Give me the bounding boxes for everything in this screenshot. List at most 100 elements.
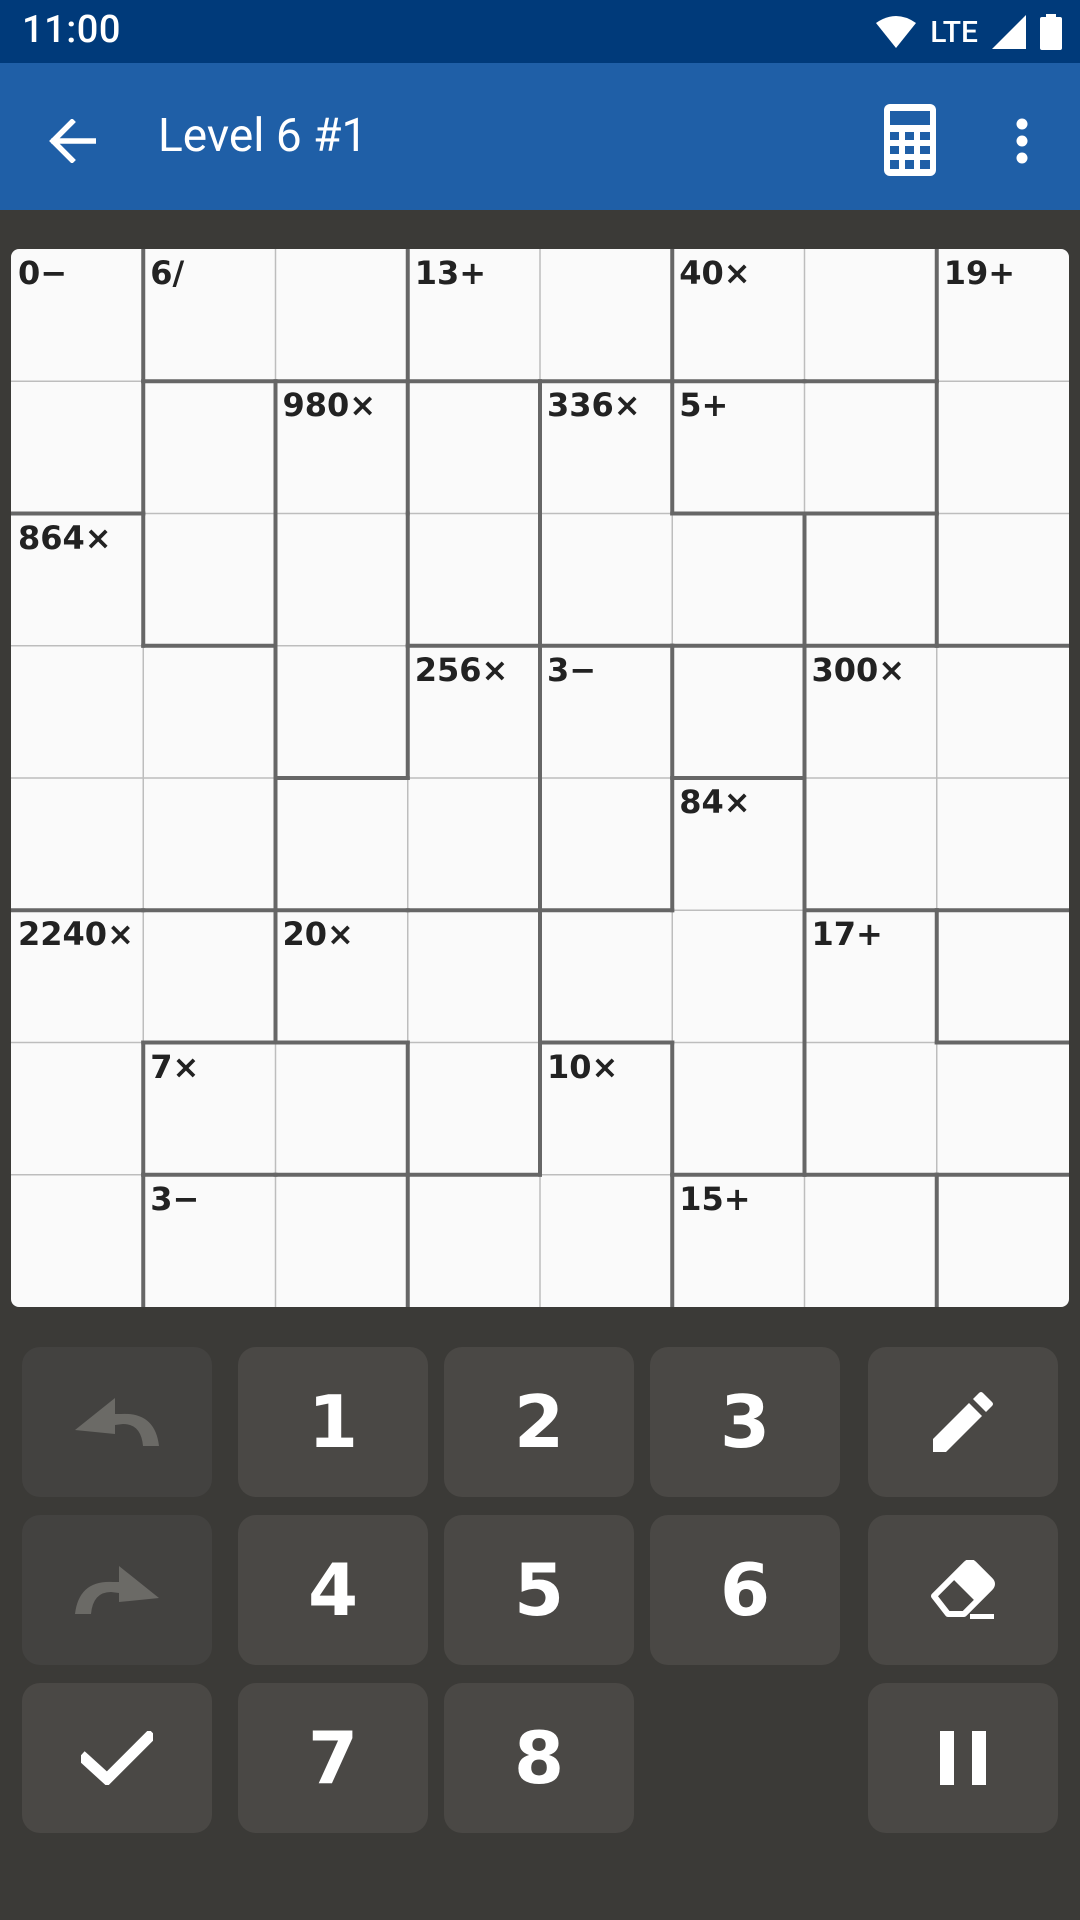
- grid-cell-r0c2[interactable]: [276, 249, 408, 381]
- puzzle-board[interactable]: 0− 6/13+ 40× 19+ 980× 336× 5+ 864× 256× 3− 300× 84×…: [11, 249, 1069, 1307]
- digit-label: 6: [719, 1548, 771, 1632]
- cage-clue: 17+: [811, 915, 883, 954]
- grid-cell-r2c4[interactable]: [540, 514, 672, 646]
- eraser-icon: [931, 1560, 995, 1619]
- cage-clue: 336×: [547, 386, 641, 425]
- eraser-button[interactable]: [868, 1515, 1058, 1665]
- cage-clue: 864×: [18, 518, 112, 557]
- wifi-icon: [876, 16, 917, 48]
- grid-cell-r5c5[interactable]: [672, 910, 804, 1042]
- pencil-icon: [933, 1392, 993, 1452]
- digit-label: 5: [513, 1548, 565, 1632]
- grid-cell-r4c0[interactable]: [11, 778, 143, 910]
- grid-cell-r4c7[interactable]: [937, 778, 1069, 910]
- cage-clue: 10×: [547, 1047, 619, 1086]
- digit-2-button[interactable]: 2: [444, 1347, 634, 1497]
- check-icon: [81, 1731, 153, 1785]
- grid-cell-r4c1[interactable]: [143, 778, 275, 910]
- calculator-icon: [884, 104, 936, 176]
- redo-button[interactable]: [22, 1515, 212, 1665]
- status-icons: LTE: [876, 10, 1062, 54]
- status-time: 11:00: [22, 8, 121, 52]
- cage-clue: 5+: [679, 386, 729, 425]
- digit-3-button[interactable]: 3: [650, 1347, 840, 1497]
- digit-label: 4: [307, 1548, 359, 1632]
- grid-cell-r2c6[interactable]: [805, 514, 937, 646]
- grid-cell-r6c5[interactable]: [672, 1043, 804, 1175]
- cage-clue: 0−: [18, 254, 68, 292]
- digit-label: 2: [513, 1380, 565, 1464]
- digit-6-button[interactable]: 6: [650, 1515, 840, 1665]
- undo-button[interactable]: [22, 1347, 212, 1497]
- digit-7-button[interactable]: 7: [238, 1683, 428, 1833]
- grid-cell-r3c7[interactable]: [937, 646, 1069, 778]
- cage-clue: 980×: [282, 386, 377, 425]
- grid-cell-r5c7[interactable]: [937, 910, 1069, 1042]
- grid-cell-r6c0[interactable]: [11, 1043, 143, 1175]
- cage-clue: 2240×: [18, 915, 134, 954]
- page-title: Level 6 #1: [158, 109, 368, 163]
- calculator-button[interactable]: [868, 95, 952, 185]
- grid-cell-r3c5[interactable]: [672, 646, 804, 778]
- check-button[interactable]: [22, 1683, 212, 1833]
- grid-cell-r7c3[interactable]: [408, 1175, 540, 1307]
- undo-icon: [75, 1398, 159, 1446]
- grid-cell-r0c4[interactable]: [540, 249, 672, 381]
- cage-clue: 7×: [150, 1047, 200, 1086]
- grid-cell-r1c3[interactable]: [408, 381, 540, 513]
- cage-clue: 6/: [150, 254, 185, 292]
- cage-clue: 300×: [811, 650, 906, 689]
- grid-cell-r5c4[interactable]: [540, 910, 672, 1042]
- grid-cell-r2c7[interactable]: [937, 514, 1069, 646]
- grid-cell-r6c2[interactable]: [276, 1043, 408, 1175]
- more-options-button[interactable]: [990, 99, 1054, 183]
- cage-clue: 256×: [414, 650, 509, 689]
- pause-button[interactable]: [868, 1683, 1058, 1833]
- more-vert-icon: [1016, 118, 1028, 164]
- grid-cell-r4c3[interactable]: [408, 778, 540, 910]
- grid-cell-r5c1[interactable]: [143, 910, 275, 1042]
- grid-cell-r7c6[interactable]: [805, 1175, 937, 1307]
- grid-cell-r7c7[interactable]: [937, 1175, 1069, 1307]
- digit-label: 7: [307, 1716, 359, 1800]
- network-type: LTE: [930, 14, 978, 50]
- digit-4-button[interactable]: 4: [238, 1515, 428, 1665]
- pause-icon: [940, 1731, 986, 1785]
- grid-cell-r1c0[interactable]: [11, 381, 143, 513]
- board-grid: [11, 249, 1069, 1307]
- grid-cell-r7c0[interactable]: [11, 1175, 143, 1307]
- digit-8-button[interactable]: 8: [444, 1683, 634, 1833]
- back-button[interactable]: [34, 103, 110, 179]
- cage-clue: 13+: [414, 254, 487, 292]
- cage-clue: 15+: [679, 1179, 751, 1218]
- grid-cell-r1c7[interactable]: [937, 381, 1069, 513]
- digit-5-button[interactable]: 5: [444, 1515, 634, 1665]
- digit-label: 3: [719, 1380, 771, 1464]
- grid-cell-r1c6[interactable]: [805, 381, 937, 513]
- grid-cell-r6c6[interactable]: [805, 1043, 937, 1175]
- grid-cell-r5c3[interactable]: [408, 910, 540, 1042]
- grid-cell-r6c3[interactable]: [408, 1043, 540, 1175]
- digit-label: 1: [307, 1380, 359, 1464]
- grid-cell-r6c7[interactable]: [937, 1043, 1069, 1175]
- digit-1-button[interactable]: 1: [238, 1347, 428, 1497]
- grid-cell-r1c1[interactable]: [143, 381, 275, 513]
- pencil-button[interactable]: [868, 1347, 1058, 1497]
- grid-cell-r2c2[interactable]: [276, 514, 408, 646]
- battery-icon: [1040, 14, 1062, 50]
- cage-clue: 20×: [282, 915, 354, 954]
- grid-cell-r4c4[interactable]: [540, 778, 672, 910]
- grid-cell-r4c2[interactable]: [276, 778, 408, 910]
- grid-cell-r3c0[interactable]: [11, 646, 143, 778]
- grid-cell-r2c3[interactable]: [408, 514, 540, 646]
- digit-label: 8: [513, 1716, 565, 1800]
- grid-cell-r3c2[interactable]: [276, 646, 408, 778]
- grid-cell-r0c6[interactable]: [805, 249, 937, 381]
- grid-cell-r4c6[interactable]: [805, 778, 937, 910]
- grid-cell-r7c4[interactable]: [540, 1175, 672, 1307]
- app-bar: Level 6 #1: [0, 63, 1080, 210]
- grid-cell-r2c5[interactable]: [672, 514, 804, 646]
- grid-cell-r7c2[interactable]: [276, 1175, 408, 1307]
- grid-cell-r3c1[interactable]: [143, 646, 275, 778]
- grid-cell-r2c1[interactable]: [143, 514, 275, 646]
